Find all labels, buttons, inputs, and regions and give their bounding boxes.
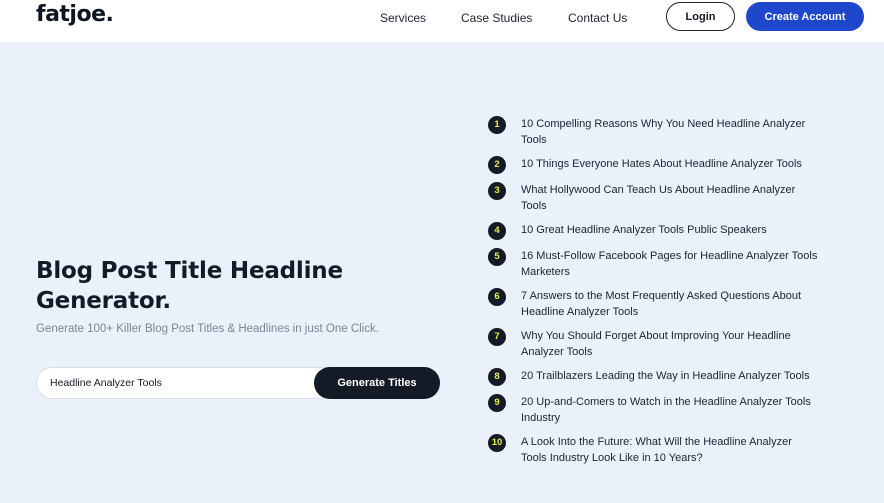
- login-button[interactable]: Login: [666, 2, 735, 31]
- number-badge: 10: [488, 434, 506, 452]
- number-badge: 3: [488, 182, 506, 200]
- title-text: 20 Up-and-Comers to Watch in the Headlin…: [521, 396, 811, 424]
- list-item: 2 10 Things Everyone Hates About Headlin…: [488, 156, 818, 174]
- number-badge: 9: [488, 394, 506, 412]
- title-text: What Hollywood Can Teach Us About Headli…: [521, 184, 796, 212]
- list-item: 9 20 Up-and-Comers to Watch in the Headl…: [488, 394, 818, 426]
- list-item: 1 10 Compelling Reasons Why You Need Hea…: [488, 116, 818, 148]
- title-text: A Look Into the Future: What Will the He…: [521, 436, 792, 464]
- page-title: Blog Post Title Headline Generator.: [36, 258, 343, 314]
- nav-contact-us[interactable]: Contact Us: [568, 11, 627, 25]
- create-account-button[interactable]: Create Account: [746, 2, 864, 31]
- number-badge: 1: [488, 116, 506, 134]
- keyword-input[interactable]: [50, 368, 310, 398]
- title-text: Why You Should Forget About Improving Yo…: [521, 330, 791, 358]
- title-text: 10 Great Headline Analyzer Tools Public …: [521, 224, 767, 236]
- number-badge: 5: [488, 248, 506, 266]
- list-item: 7 Why You Should Forget About Improving …: [488, 328, 818, 360]
- generated-titles-list: 1 10 Compelling Reasons Why You Need Hea…: [488, 116, 818, 474]
- title-text: 7 Answers to the Most Frequently Asked Q…: [521, 290, 802, 318]
- title-text: 16 Must-Follow Facebook Pages for Headli…: [521, 250, 818, 278]
- list-item: 5 16 Must-Follow Facebook Pages for Head…: [488, 248, 818, 280]
- generate-titles-button[interactable]: Generate Titles: [314, 367, 440, 399]
- number-badge: 7: [488, 328, 506, 346]
- number-badge: 6: [488, 288, 506, 306]
- list-item: 3 What Hollywood Can Teach Us About Head…: [488, 182, 818, 214]
- title-text: 10 Compelling Reasons Why You Need Headl…: [521, 118, 806, 146]
- fatjoe-logo[interactable]: fatjoe.: [36, 2, 114, 27]
- page-subtitle: Generate 100+ Killer Blog Post Titles & …: [36, 323, 379, 335]
- title-text: 10 Things Everyone Hates About Headline …: [521, 158, 802, 170]
- title-text: 20 Trailblazers Leading the Way in Headl…: [521, 370, 810, 382]
- list-item: 10 A Look Into the Future: What Will the…: [488, 434, 818, 466]
- nav-services[interactable]: Services: [380, 11, 426, 25]
- number-badge: 4: [488, 222, 506, 240]
- list-item: 8 20 Trailblazers Leading the Way in Hea…: [488, 368, 818, 386]
- number-badge: 8: [488, 368, 506, 386]
- list-item: 4 10 Great Headline Analyzer Tools Publi…: [488, 222, 818, 240]
- list-item: 6 7 Answers to the Most Frequently Asked…: [488, 288, 818, 320]
- number-badge: 2: [488, 156, 506, 174]
- site-header: fatjoe. Services Case Studies Contact Us…: [0, 0, 884, 42]
- nav-case-studies[interactable]: Case Studies: [461, 11, 532, 25]
